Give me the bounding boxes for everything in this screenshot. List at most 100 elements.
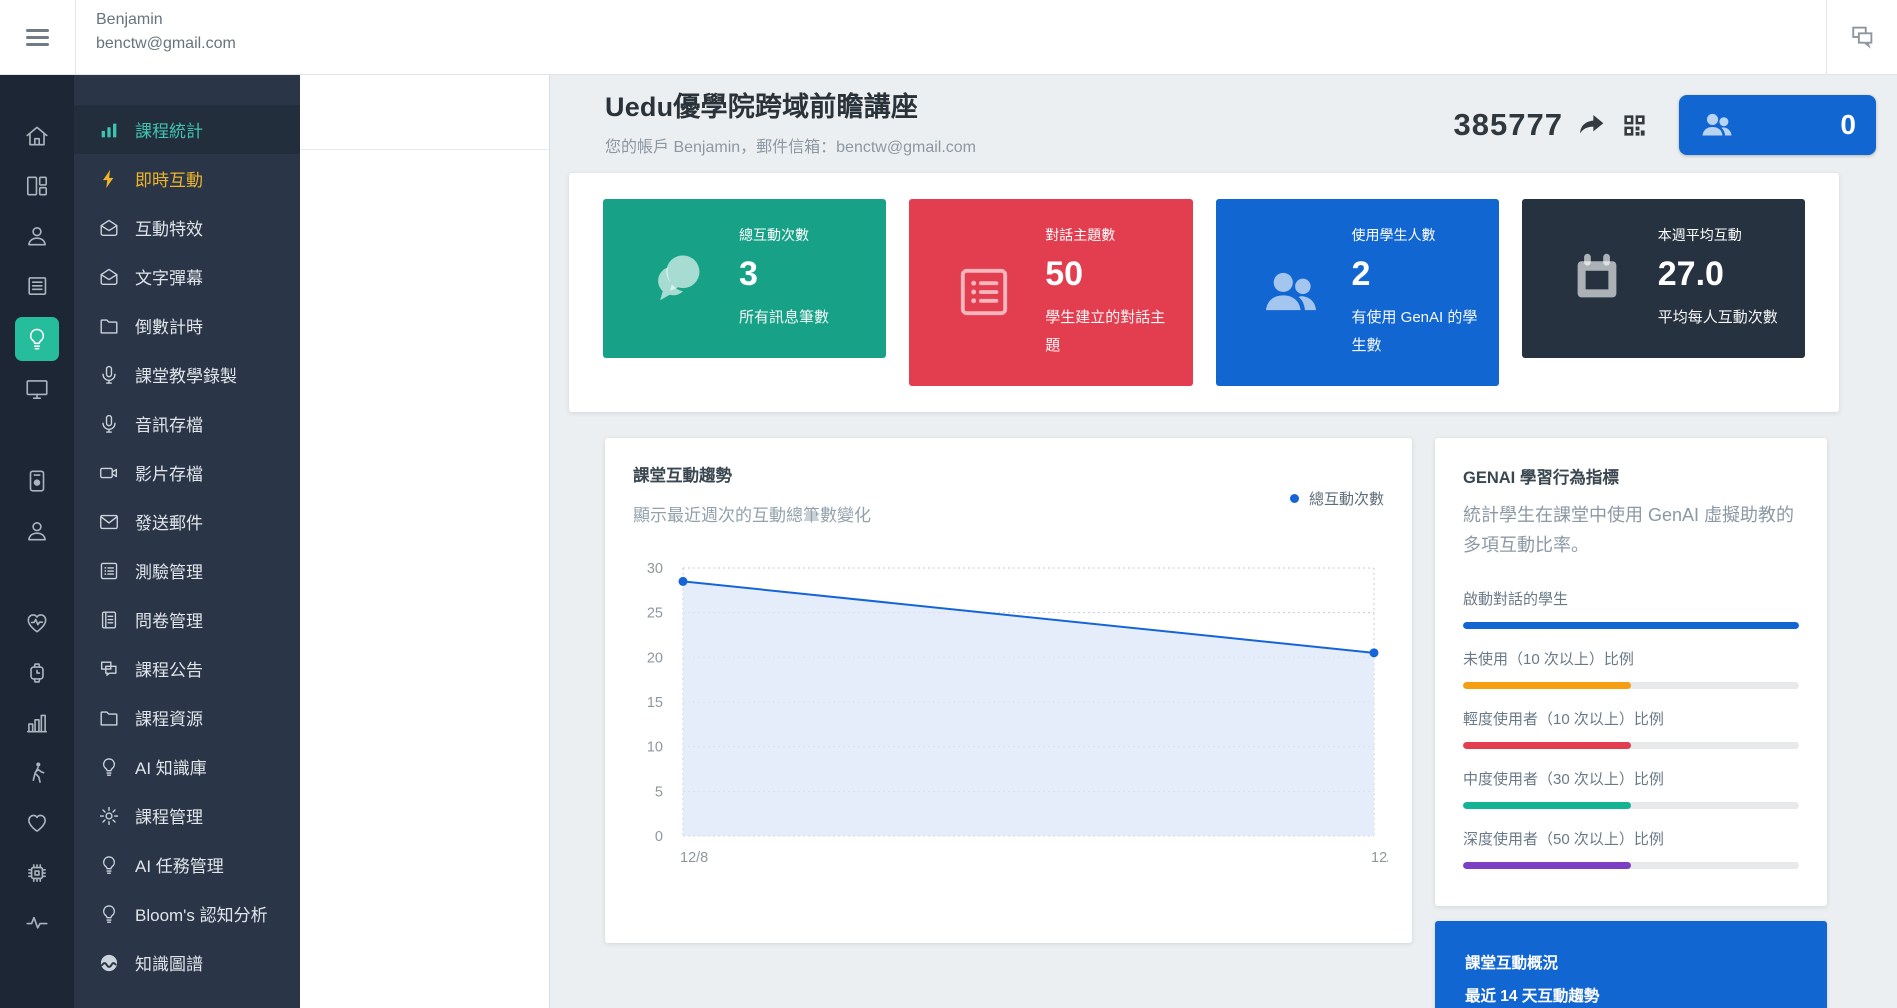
chart-title: 課堂互動趨勢 bbox=[633, 462, 1384, 486]
sidebar-item-label: 即時互動 bbox=[135, 166, 203, 191]
sidebar-item-16[interactable]: Bloom's 認知分析 bbox=[74, 889, 300, 938]
rail-item-bar-chart[interactable] bbox=[15, 710, 59, 736]
summary-subtitle: 最近 14 天互動趨勢 bbox=[1465, 984, 1797, 1006]
page-title: Uedu優學院跨域前瞻講座 bbox=[605, 85, 976, 124]
id-card-icon bbox=[24, 468, 50, 494]
progress-fill bbox=[1463, 802, 1631, 809]
qr-code-icon[interactable] bbox=[1621, 112, 1648, 139]
stat-value: 2 bbox=[1352, 255, 1479, 294]
sidebar-item-label: 課程資源 bbox=[135, 705, 203, 730]
sidebar-item-label: AI 知識庫 bbox=[135, 754, 207, 779]
svg-text:25: 25 bbox=[647, 605, 663, 621]
rail-item-lightbulb[interactable] bbox=[15, 317, 59, 361]
line-chart-svg: 05101520253012/812/15 bbox=[633, 550, 1388, 872]
user-icon bbox=[24, 223, 50, 249]
genai-metric-label: 啟動對話的學生 bbox=[1463, 588, 1799, 609]
stat-sublabel: 平均每人互動次數 bbox=[1658, 304, 1785, 332]
sidebar-item-label: 課程管理 bbox=[135, 803, 203, 828]
watch-icon bbox=[24, 660, 50, 686]
stat-label: 使用學生人數 bbox=[1352, 225, 1479, 245]
secondary-panel bbox=[300, 75, 550, 1008]
top-header: Benjamin benctw@gmail.com bbox=[0, 0, 1897, 75]
sidebar-item-label: 文字彈幕 bbox=[135, 264, 203, 289]
stat-card-3: 本週平均互動27.0平均每人互動次數 bbox=[1522, 199, 1805, 358]
sidebar-item-8[interactable]: 發送郵件 bbox=[74, 497, 300, 546]
bar-chart-filled-icon bbox=[98, 119, 120, 141]
rail-item-home[interactable] bbox=[15, 123, 59, 149]
genai-metric-4: 深度使用者（50 次以上）比例 bbox=[1463, 828, 1799, 869]
mail-open-icon bbox=[98, 266, 120, 288]
genai-metric-label: 中度使用者（30 次以上）比例 bbox=[1463, 768, 1799, 789]
genai-metrics-card: GENAI 學習行為指標 統計學生在課堂中使用 GenAI 虛擬助教的多項互動比… bbox=[1435, 438, 1827, 906]
news-icon bbox=[24, 273, 50, 299]
sidebar-item-3[interactable]: 文字彈幕 bbox=[74, 252, 300, 301]
sidebar-item-10[interactable]: 問卷管理 bbox=[74, 595, 300, 644]
sidebar-item-label: 音訊存檔 bbox=[135, 411, 203, 436]
svg-text:10: 10 bbox=[647, 739, 663, 755]
rail-item-walking[interactable] bbox=[15, 760, 59, 786]
share-icon[interactable] bbox=[1576, 109, 1608, 141]
walking-icon bbox=[24, 760, 50, 786]
lightbulb-icon bbox=[98, 756, 120, 778]
hamburger-menu-button[interactable] bbox=[0, 0, 75, 74]
folder-icon bbox=[98, 315, 120, 337]
sidebar-item-13[interactable]: AI 知識庫 bbox=[74, 742, 300, 791]
header-user-email: benctw@gmail.com bbox=[96, 35, 1826, 53]
header-user-name: Benjamin bbox=[96, 11, 1826, 29]
sidebar-item-label: 課程公告 bbox=[135, 656, 203, 681]
sidebar-item-label: Bloom's 認知分析 bbox=[135, 901, 268, 926]
rail-item-heart-pulse[interactable] bbox=[15, 610, 59, 636]
sidebar-item-14[interactable]: 課程管理 bbox=[74, 791, 300, 840]
sidebar-item-7[interactable]: 影片存檔 bbox=[74, 448, 300, 497]
participants-button[interactable]: 0 bbox=[1679, 95, 1876, 155]
stat-value: 50 bbox=[1045, 255, 1172, 294]
rail-item-watch[interactable] bbox=[15, 660, 59, 686]
sidebar-item-6[interactable]: 音訊存檔 bbox=[74, 399, 300, 448]
list-icon bbox=[953, 261, 1015, 323]
monitor-icon bbox=[24, 376, 50, 402]
stats-summary-card: 總互動次數3所有訊息筆數對話主題數50學生建立的對話主題使用學生人數2有使用 G… bbox=[569, 173, 1839, 412]
sidebar-item-12[interactable]: 課程資源 bbox=[74, 693, 300, 742]
genai-metric-1: 未使用（10 次以上）比例 bbox=[1463, 648, 1799, 689]
stat-sublabel: 所有訊息筆數 bbox=[739, 304, 866, 332]
session-code: 385777 bbox=[1454, 107, 1563, 143]
rail-item-layout[interactable] bbox=[15, 173, 59, 199]
chat-bubbles-icon bbox=[623, 247, 733, 309]
sidebar-item-17[interactable]: 知識圖譜 bbox=[74, 938, 300, 987]
rail-item-news[interactable] bbox=[15, 273, 59, 299]
sidebar-item-2[interactable]: 互動特效 bbox=[74, 203, 300, 252]
rail-item-user[interactable] bbox=[15, 518, 59, 544]
icon-rail bbox=[0, 75, 74, 1008]
page-header: Uedu優學院跨域前瞻講座 您的帳戶 Benjamin，郵件信箱：benctw@… bbox=[605, 85, 1876, 157]
rail-item-cpu[interactable] bbox=[15, 860, 59, 886]
rail-item-heart[interactable] bbox=[15, 810, 59, 836]
header-chat-button[interactable] bbox=[1826, 0, 1897, 74]
sidebar-item-4[interactable]: 倒數計時 bbox=[74, 301, 300, 350]
rail-item-monitor[interactable] bbox=[15, 376, 59, 402]
gear-icon bbox=[98, 805, 120, 827]
progress-track bbox=[1463, 862, 1799, 869]
sidebar-item-1[interactable]: 即時互動 bbox=[74, 154, 300, 203]
sidebar-item-5[interactable]: 課堂教學錄製 bbox=[74, 350, 300, 399]
mail-icon bbox=[98, 511, 120, 533]
sidebar-item-0[interactable]: 課程統計 bbox=[74, 105, 300, 154]
sidebar-item-15[interactable]: AI 任務管理 bbox=[74, 840, 300, 889]
sidebar-item-11[interactable]: 課程公告 bbox=[74, 644, 300, 693]
sidebar-item-label: 發送郵件 bbox=[135, 509, 203, 534]
stat-card-2: 使用學生人數 2 有使用 GenAI 的學生數 bbox=[1216, 199, 1499, 386]
layout-icon bbox=[24, 173, 50, 199]
legend-label: 總互動次數 bbox=[1309, 488, 1384, 509]
lightbulb-icon bbox=[24, 326, 50, 352]
rail-item-id-card[interactable] bbox=[15, 468, 59, 494]
stat-sublabel: 有使用 GenAI 的學生數 bbox=[1352, 304, 1479, 360]
heart-pulse-icon bbox=[24, 610, 50, 636]
progress-fill bbox=[1463, 682, 1631, 689]
genai-metric-label: 輕度使用者（10 次以上）比例 bbox=[1463, 708, 1799, 729]
rail-item-activity[interactable] bbox=[15, 910, 59, 936]
sidebar-item-9[interactable]: 測驗管理 bbox=[74, 546, 300, 595]
stat-label: 總互動次數 bbox=[739, 225, 866, 245]
people-icon bbox=[1236, 261, 1346, 323]
rail-item-user[interactable] bbox=[15, 223, 59, 249]
video-icon bbox=[98, 462, 120, 484]
chart-subtitle: 顯示最近週次的互動總筆數變化 bbox=[633, 501, 1384, 526]
